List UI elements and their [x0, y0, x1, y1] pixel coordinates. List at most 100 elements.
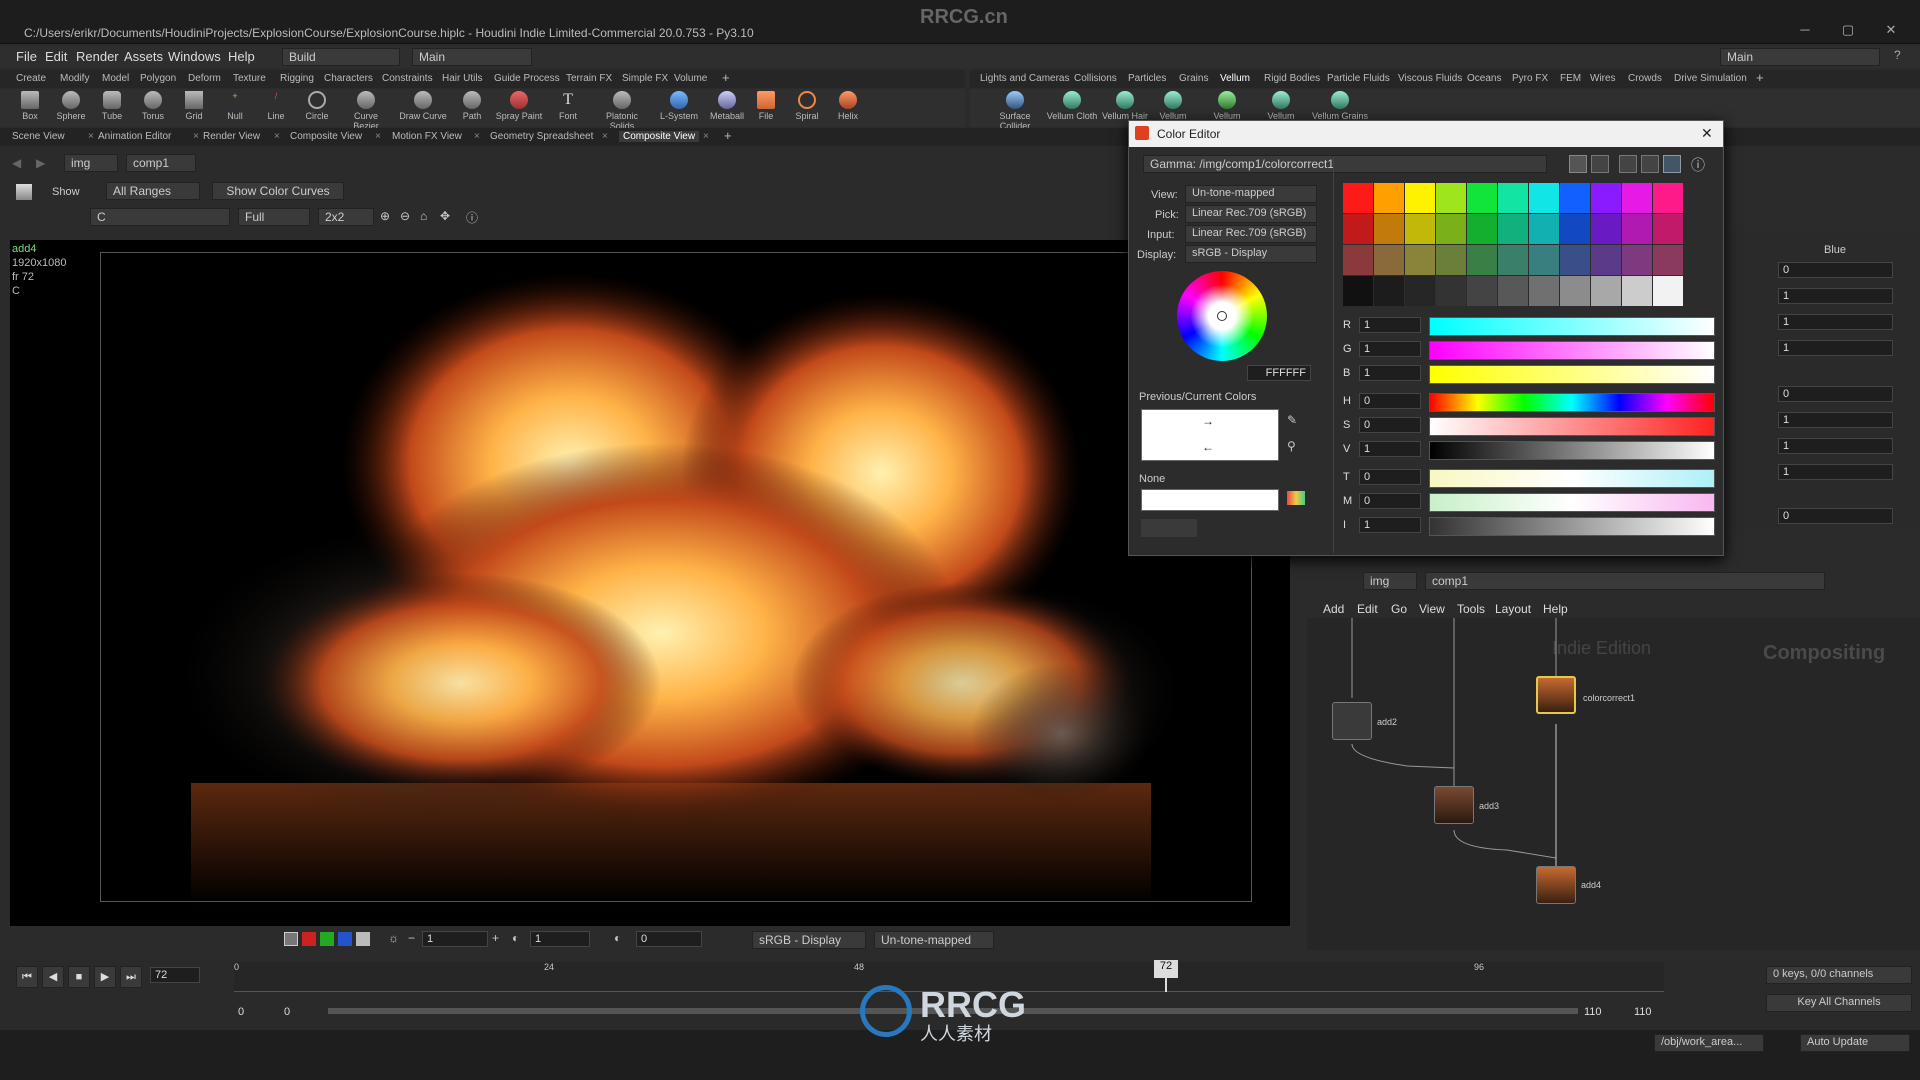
param-blue-6[interactable]: 1	[1778, 412, 1893, 428]
palette-swatch[interactable]	[1467, 276, 1497, 306]
step-back-button[interactable]: ◀	[42, 966, 64, 988]
zoom-out-icon[interactable]: ⊖	[400, 209, 410, 223]
net-menu-go[interactable]: Go	[1391, 602, 1407, 616]
param-blue-5[interactable]: 0	[1778, 386, 1893, 402]
list-view-icon[interactable]	[1641, 155, 1659, 173]
swatch-view-icon[interactable]	[1591, 155, 1609, 173]
param-blue-4[interactable]: 1	[1778, 340, 1893, 356]
tool-vellum-a[interactable]: Vellum	[1150, 91, 1196, 121]
red-channel-icon[interactable]	[302, 932, 316, 946]
info-icon[interactable]: ⓘ	[466, 209, 478, 226]
palette-swatch[interactable]	[1498, 245, 1528, 275]
color-editor-titlebar[interactable]: Color Editor ✕	[1129, 121, 1723, 147]
palette-swatch[interactable]	[1529, 183, 1559, 213]
palette-grid-icon[interactable]	[1569, 155, 1587, 173]
keys-status[interactable]: 0 keys, 0/0 channels	[1766, 966, 1912, 984]
net-menu-layout[interactable]: Layout	[1495, 602, 1531, 616]
param-blue-1[interactable]: 0	[1778, 262, 1893, 278]
shelf-tab-vellum[interactable]: Vellum	[1220, 73, 1250, 84]
tool-box[interactable]: Box	[10, 91, 50, 121]
blue-channel-icon[interactable]	[338, 932, 352, 946]
close-icon[interactable]: ×	[703, 131, 709, 142]
shelf-tab-pyro-fx[interactable]: Pyro FX	[1512, 73, 1548, 84]
tool-vellum-c[interactable]: Vellum	[1258, 91, 1304, 121]
current-frame-field[interactable]: 72	[150, 967, 200, 983]
channel-r-field[interactable]: 1	[1359, 317, 1421, 333]
tool-vellum-grains[interactable]: Vellum Grains	[1310, 91, 1370, 121]
shelf-tab-polygon[interactable]: Polygon	[140, 73, 176, 84]
channel-m-field[interactable]: 0	[1359, 493, 1421, 509]
home-icon[interactable]: ⌂	[420, 209, 427, 223]
close-icon[interactable]: ×	[193, 131, 199, 142]
forward-arrow-icon[interactable]: ▶	[36, 156, 45, 170]
palette-swatch[interactable]	[1591, 276, 1621, 306]
param-blue-2[interactable]: 1	[1778, 288, 1893, 304]
palette-swatch[interactable]	[1498, 214, 1528, 244]
channel-r-slider[interactable]	[1429, 317, 1715, 336]
path-comp[interactable]: comp1	[126, 154, 196, 172]
shelf-tab-particles[interactable]: Particles	[1128, 73, 1166, 84]
menu-render[interactable]: Render	[76, 49, 119, 64]
channel-t-slider[interactable]	[1429, 469, 1715, 488]
palette-swatch[interactable]	[1436, 276, 1466, 306]
palette-swatch[interactable]	[1436, 183, 1466, 213]
palette-swatch[interactable]	[1343, 183, 1373, 213]
tool-platonic-solids[interactable]: Platonic Solids	[598, 91, 646, 131]
palette-swatch[interactable]	[1622, 276, 1652, 306]
tool-vellum-b[interactable]: Vellum	[1204, 91, 1250, 121]
palette-swatch[interactable]	[1405, 245, 1435, 275]
net-path-comp[interactable]: comp1	[1425, 572, 1825, 590]
palette-swatch[interactable]	[1405, 183, 1435, 213]
shelf-tab-create[interactable]: Create	[16, 73, 46, 84]
current-frame-marker[interactable]: 72	[1154, 960, 1178, 978]
display-dropdown[interactable]: sRGB - Display	[1185, 245, 1317, 263]
shelf-tab-rigid-bodies[interactable]: Rigid Bodies	[1264, 73, 1320, 84]
network-editor[interactable]: Indie Edition Compositing add2 colorcorr…	[1307, 618, 1920, 950]
channel-g-field[interactable]: 1	[1359, 341, 1421, 357]
green-channel-icon[interactable]	[320, 932, 334, 946]
main-desktop-dropdown[interactable]: Main	[412, 48, 532, 66]
menu-file[interactable]: File	[16, 49, 37, 64]
palette-swatch[interactable]	[1436, 214, 1466, 244]
pane-tab-animation-editor[interactable]: Animation Editor	[98, 131, 171, 142]
close-icon[interactable]: ×	[274, 131, 280, 142]
go-to-start-button[interactable]: ⏮	[16, 966, 38, 988]
shelf-tab-deform[interactable]: Deform	[188, 73, 221, 84]
channel-g-slider[interactable]	[1429, 341, 1715, 360]
param-blue-3[interactable]: 1	[1778, 314, 1893, 330]
shelf-tab-lights-cameras[interactable]: Lights and Cameras	[980, 73, 1070, 84]
palette-swatch[interactable]	[1343, 276, 1373, 306]
go-to-end-button[interactable]: ⏭	[120, 966, 142, 988]
scroll-field[interactable]	[1141, 519, 1197, 537]
pane-tab-motion-fx-view[interactable]: Motion FX View	[392, 131, 462, 142]
param-blue-7[interactable]: 1	[1778, 438, 1893, 454]
palette-swatch[interactable]	[1529, 214, 1559, 244]
frame-icon[interactable]: ✥	[440, 209, 450, 223]
rgb-channel-icon[interactable]	[284, 932, 298, 946]
palette-swatch[interactable]	[1374, 214, 1404, 244]
shelf-tab-texture[interactable]: Texture	[233, 73, 266, 84]
add-pane-tab-button[interactable]: +	[724, 128, 732, 143]
shelf-tab-wires[interactable]: Wires	[1590, 73, 1616, 84]
node-add4[interactable]	[1536, 866, 1576, 904]
add-shelf-tab-button[interactable]: +	[722, 70, 730, 85]
shelf-tab-hair-utils[interactable]: Hair Utils	[442, 73, 483, 84]
palette-swatch[interactable]	[1560, 214, 1590, 244]
channel-h-slider[interactable]	[1429, 393, 1715, 412]
resolution-dropdown[interactable]: Full	[238, 208, 310, 226]
shelf-tab-rigging[interactable]: Rigging	[280, 73, 314, 84]
shelf-tab-volume[interactable]: Volume	[674, 73, 707, 84]
palette-swatch[interactable]	[1653, 214, 1683, 244]
tool-l-system[interactable]: L-System	[656, 91, 702, 121]
param-blue-8[interactable]: 1	[1778, 464, 1893, 480]
view-dropdown[interactable]: Un-tone-mapped	[1185, 185, 1317, 203]
channel-i-field[interactable]: 1	[1359, 517, 1421, 533]
menu-edit[interactable]: Edit	[45, 49, 67, 64]
tool-line[interactable]: / Line	[256, 91, 296, 121]
palette-swatch[interactable]	[1622, 245, 1652, 275]
decrement-button[interactable]: −	[408, 931, 415, 945]
net-menu-view[interactable]: View	[1419, 602, 1445, 616]
tool-surface-collider[interactable]: Surface Collider	[990, 91, 1040, 131]
net-menu-tools[interactable]: Tools	[1457, 602, 1485, 616]
increment-button[interactable]: +	[492, 931, 499, 945]
